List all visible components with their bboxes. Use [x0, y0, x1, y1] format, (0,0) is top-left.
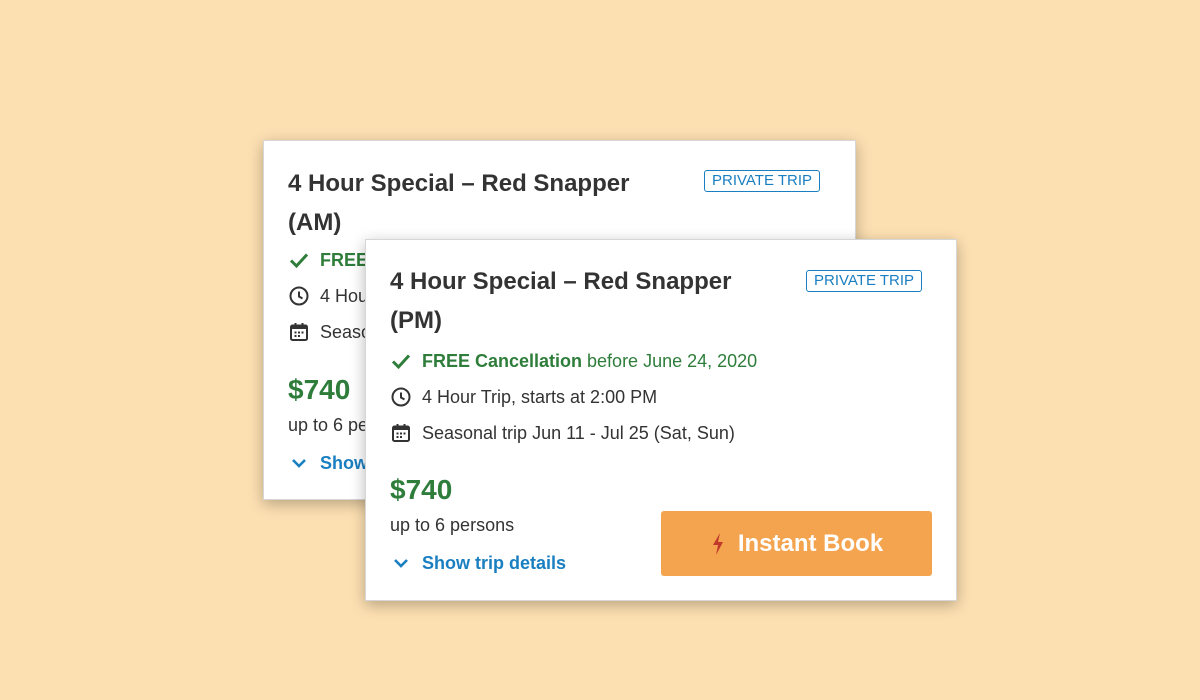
chevron-down-icon: [390, 552, 412, 574]
check-icon: [288, 249, 310, 271]
private-trip-badge: PRIVATE TRIP: [704, 170, 821, 192]
instant-book-label: Instant Book: [737, 529, 884, 557]
trip-title-line2: (PM): [390, 307, 442, 334]
trip-title-line1: 4 Hour Special – Red Snapper: [288, 170, 630, 197]
trip-title-line2: (AM): [288, 209, 342, 236]
clock-icon: [288, 285, 310, 307]
season-text: Seasonal trip Jun 11 - Jul 25 (Sat, Sun): [422, 422, 735, 443]
cancellation-deadline: before June 24, 2020: [582, 350, 758, 371]
capacity-text: up to 6 persons: [390, 515, 515, 535]
cancellation-label: FREE Cancellation: [422, 350, 583, 371]
private-trip-badge: PRIVATE TRIP: [806, 270, 923, 292]
show-trip-details-label: Show trip details: [422, 552, 567, 573]
show-trip-details-link[interactable]: Show trip details: [390, 552, 566, 574]
trip-title: 4 Hour Special – Red Snapper (PM): [390, 262, 731, 340]
cancellation-row: FREE Cancellation before June 24, 2020: [390, 350, 757, 372]
trip-title-line1: 4 Hour Special – Red Snapper: [390, 268, 732, 295]
season-row: Seasonal trip Jun 11 - Jul 25 (Sat, Sun): [390, 422, 735, 444]
lightning-bolt-icon: [710, 532, 726, 556]
clock-icon: [390, 386, 412, 408]
trip-card-pm[interactable]: 4 Hour Special – Red Snapper (PM) PRIVAT…: [365, 239, 957, 601]
duration-row: 4 Hour Trip, starts at 2:00 PM: [390, 386, 657, 408]
calendar-icon: [390, 422, 412, 444]
duration-text: 4 Hour Trip, starts at 2:00 PM: [422, 386, 658, 407]
chevron-down-icon: [288, 452, 310, 474]
trip-price: $740: [390, 474, 453, 505]
trip-title: 4 Hour Special – Red Snapper (AM): [288, 164, 629, 242]
calendar-icon: [288, 321, 310, 343]
check-icon: [390, 350, 412, 372]
instant-book-button[interactable]: Instant Book: [661, 511, 932, 576]
trip-price: $740: [288, 374, 351, 405]
